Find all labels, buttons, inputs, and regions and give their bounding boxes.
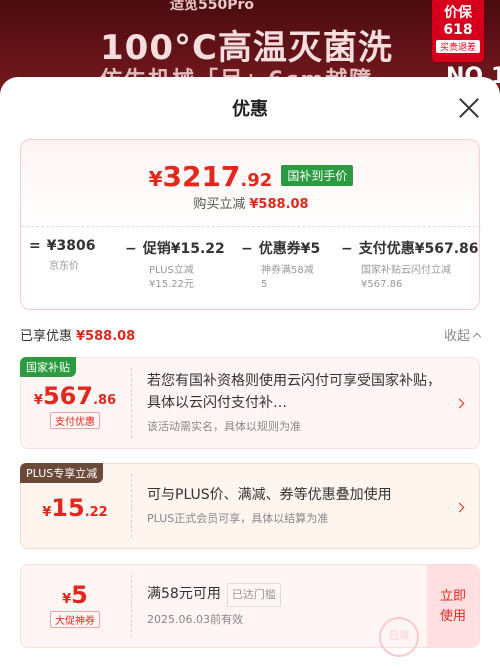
- badge-line2: 618: [443, 22, 473, 38]
- breakdown-item: = ¥3806 京东价: [29, 238, 95, 274]
- use-now-button[interactable]: 立即 使用: [427, 565, 479, 647]
- coupon-separator: [131, 368, 132, 438]
- breakdown-operator: −: [241, 241, 253, 257]
- breakdown-operator: −: [341, 241, 353, 257]
- final-price-currency: ¥: [148, 167, 163, 191]
- use-button-line1: 立即: [439, 589, 466, 604]
- breakdown-value: ¥3806: [46, 238, 96, 254]
- coupon-description: 可与PLUS价、满减、券等优惠叠加使用 PLUS正式会员可享，具体以结算为准: [147, 484, 441, 526]
- breakdown-sub1: PLUS立减: [149, 265, 194, 276]
- chevron-up-icon: [472, 332, 482, 342]
- coupon-description: 若您有国补资格则使用云闪付可享受国家补贴，具体以云闪付支付补… 该活动需实名，具…: [147, 370, 441, 434]
- breakdown-item: − 促销¥15.22 PLUS立减 ¥15.22元: [125, 238, 225, 292]
- chevron-right-icon: [454, 398, 465, 409]
- breakdown-sub1: 国家补贴云闪付立减: [361, 265, 451, 276]
- use-button-line2: 使用: [439, 609, 466, 624]
- badge-line1: 价保: [444, 5, 472, 21]
- coupon-currency: ¥: [42, 505, 52, 520]
- coupon-threshold-tag: 已达门槛: [226, 583, 281, 607]
- collapse-label: 收起: [443, 329, 470, 344]
- final-price: ¥3217.92 国补到手价: [21, 160, 481, 193]
- breakdown-value: 促销¥15.22: [142, 241, 225, 257]
- breakdown-operator: =: [29, 238, 41, 254]
- coupon-plus-discount[interactable]: PLUS专享立减 ¥15.22 可与PLUS价、满减、券等优惠叠加使用 PLUS…: [20, 463, 480, 549]
- coupon-amount-block: ¥5 大促神券: [21, 565, 129, 647]
- breakdown-value: 支付优惠¥567.86: [358, 241, 479, 257]
- coupon-voucher[interactable]: ¥5 大促神券 满58元可用 已达门槛 2025.06.03前有效 已领 立即 使…: [20, 564, 480, 657]
- breakdown-sub2: ¥567.86: [361, 279, 403, 290]
- breakdown-item: − 优惠券¥5 神券满58减 5: [241, 238, 320, 292]
- price-protect-badge: 价保 618 买贵退差: [432, 0, 484, 62]
- sheet-title: 优惠: [232, 99, 268, 120]
- coupon-note: 2025.06.03前有效: [147, 613, 243, 626]
- badge-line3: 买贵退差: [436, 40, 480, 53]
- final-price-tag: 国补到手价: [281, 165, 354, 186]
- final-price-integer: 3217: [162, 160, 241, 193]
- breakdown-sub2: 5: [261, 279, 268, 290]
- breakdown-item: − 支付优惠¥567.86 国家补贴云闪付立减 ¥567.86: [341, 238, 479, 292]
- banner-line1: 适览550Pro: [170, 0, 255, 13]
- saving-line: 购买立减 ¥588.08: [21, 193, 481, 212]
- breakdown-sub2: ¥15.22元: [149, 279, 194, 290]
- divider: [21, 226, 481, 227]
- coupon-amount-integer: 567: [42, 382, 94, 410]
- coupon-main-text: 可与PLUS价、满减、券等优惠叠加使用: [147, 487, 392, 503]
- coupon-amount-block: ¥15.22: [21, 464, 129, 548]
- collapse-button[interactable]: 收起: [443, 325, 482, 344]
- coupon-currency: ¥: [33, 393, 43, 408]
- coupon-type-tag: 大促神券: [50, 611, 100, 628]
- coupon-amount: ¥5: [21, 581, 129, 609]
- price-summary-card: ¥3217.92 国补到手价 购买立减 ¥588.08 = ¥3806 京东价 − 促…: [20, 139, 481, 310]
- coupon-amount-block: ¥567.86 支付优惠: [21, 358, 129, 448]
- coupon-separator: [131, 575, 132, 637]
- breakdown-value: 优惠券¥5: [258, 241, 321, 257]
- coupon-separator: [131, 474, 132, 538]
- applied-label: 已享优惠: [20, 329, 73, 344]
- saving-amount: ¥588.08: [249, 197, 309, 212]
- coupon-national-subsidy[interactable]: 国家补贴 ¥567.86 支付优惠 若您有国补资格则使用云闪付可享受国家补贴，具…: [20, 357, 480, 449]
- coupon-type-tag: 支付优惠: [50, 412, 100, 429]
- coupon-amount: ¥15.22: [21, 494, 129, 522]
- coupon-description: 满58元可用 已达门槛 2025.06.03前有效: [147, 583, 419, 627]
- claimed-stamp: 已领: [379, 617, 419, 657]
- applied-discount-row: 已享优惠 ¥588.08 收起: [20, 325, 482, 345]
- coupon-currency: ¥: [62, 592, 72, 607]
- coupon-amount-decimal: .86: [93, 393, 117, 408]
- coupon-note: PLUS正式会员可享，具体以结算为准: [147, 512, 329, 525]
- coupon-main-text: 若您有国补资格则使用云闪付可享受国家补贴，具体以云闪付支付补…: [147, 373, 441, 411]
- price-breakdown: = ¥3806 京东价 − 促销¥15.22 PLUS立减 ¥15.22元 − 优惠券¥…: [29, 238, 479, 308]
- coupon-amount-integer: 15: [51, 494, 85, 522]
- saving-label: 购买立减: [193, 197, 246, 212]
- breakdown-sub1: 神券满58减: [261, 265, 314, 276]
- coupon-amount-decimal: .22: [84, 505, 108, 520]
- discount-sheet: 优惠 ¥3217.92 国补到手价 购买立减 ¥588.08 = ¥3806 京东价…: [0, 77, 500, 668]
- final-price-decimal: .92: [240, 170, 273, 191]
- coupon-amount: ¥567.86: [21, 382, 129, 410]
- applied-amount: ¥588.08: [76, 329, 136, 344]
- coupon-main-text: 满58元可用: [147, 586, 221, 602]
- chevron-right-icon: [454, 502, 465, 513]
- coupon-amount-integer: 5: [71, 581, 88, 609]
- close-icon[interactable]: [456, 95, 482, 121]
- coupon-note: 该活动需实名，具体以规则为准: [147, 420, 301, 433]
- breakdown-operator: −: [125, 241, 137, 257]
- breakdown-sub1: 京东价: [49, 261, 79, 272]
